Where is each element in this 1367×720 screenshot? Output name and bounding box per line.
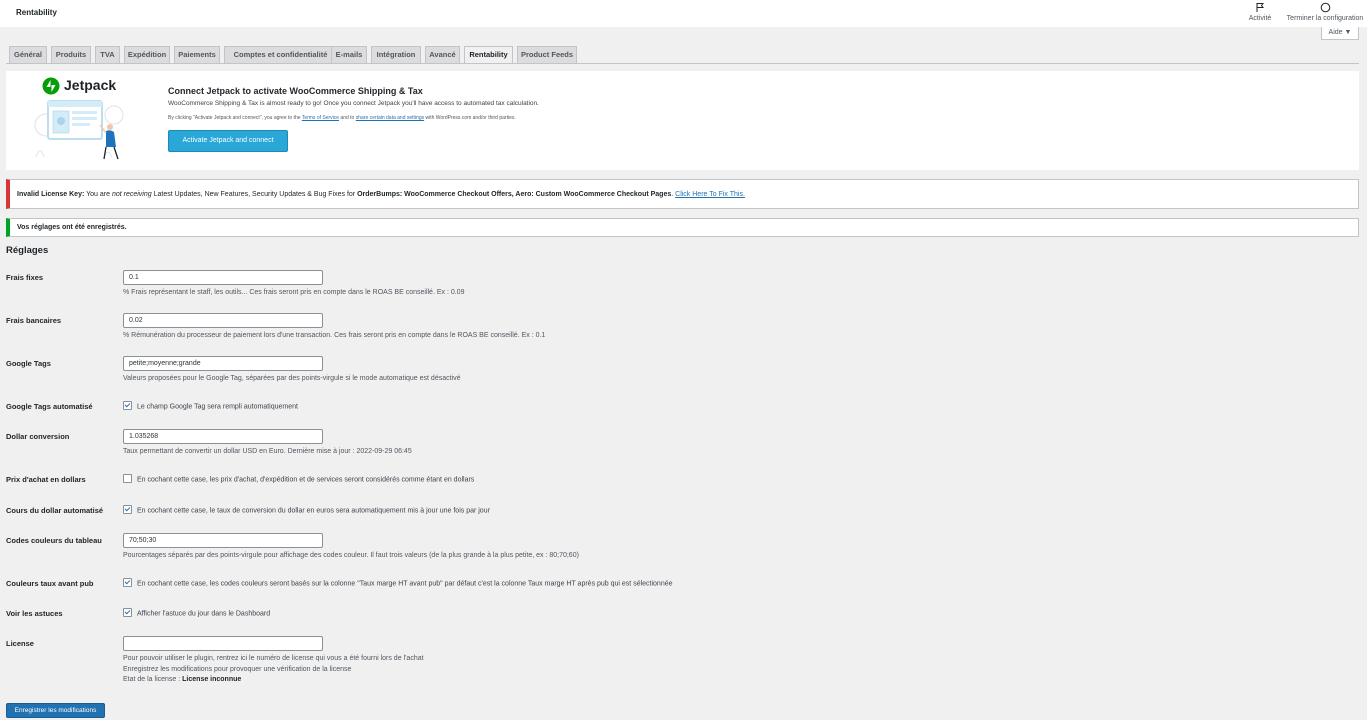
- license-error-notice: Invalid License Key: You are not receivi…: [6, 179, 1359, 209]
- tabs-divider: [6, 63, 1359, 64]
- license-notice-middle: Latest Updates, New Features, Security U…: [151, 191, 358, 198]
- prix-achat-dollars-checkbox[interactable]: [123, 474, 132, 483]
- prix-achat-dollars-option: En cochant cette case, les prix d'achat,…: [123, 474, 475, 484]
- voir-astuces-checkbox[interactable]: [123, 608, 132, 617]
- page-title: Rentability: [16, 8, 57, 17]
- jetpack-title: Connect Jetpack to activate WooCommerce …: [168, 86, 423, 96]
- license-notice-not-receiving: not receiving: [111, 191, 152, 198]
- frais-bancaires-input[interactable]: 0.02: [123, 313, 323, 328]
- google-tags-auto-option: Le champ Google Tag sera rempli automati…: [123, 401, 298, 411]
- tab-avance[interactable]: Avancé: [425, 46, 460, 63]
- dollar-conversion-input[interactable]: 1.035268: [123, 429, 323, 444]
- save-changes-button[interactable]: Enregistrer les modifications: [6, 703, 105, 718]
- license-notice-label: Invalid License Key:: [17, 191, 85, 198]
- couleurs-avant-pub-label: Couleurs taux avant pub: [6, 579, 94, 588]
- tab-emails[interactable]: E-mails: [331, 46, 367, 63]
- license-description-1: Pour pouvoir utiliser le plugin, rentrez…: [123, 655, 424, 662]
- license-input[interactable]: [123, 636, 323, 651]
- voir-astuces-label: Voir les astuces: [6, 609, 63, 618]
- tab-product-feeds[interactable]: Product Feeds: [517, 46, 577, 63]
- google-tags-description: Valeurs proposées pour le Google Tag, sé…: [123, 375, 461, 382]
- jetpack-description: WooCommerce Shipping & Tax is almost rea…: [168, 100, 539, 107]
- license-notice-you-are: You are: [84, 191, 112, 198]
- couleurs-avant-pub-checkbox[interactable]: [123, 578, 132, 587]
- flag-icon: [1256, 3, 1264, 12]
- cours-dollar-auto-checkbox[interactable]: [123, 505, 132, 514]
- fix-license-link[interactable]: Click Here To Fix This.: [675, 191, 745, 198]
- jetpack-illustration: [34, 100, 124, 160]
- jetpack-legal-text: By clicking "Activate Jetpack and connec…: [168, 115, 516, 121]
- jetpack-logo: Jetpack: [42, 77, 122, 97]
- tab-rentability[interactable]: Rentability: [464, 46, 513, 64]
- license-status-value: License inconnue: [182, 676, 242, 683]
- frais-bancaires-label: Frais bancaires: [6, 316, 62, 325]
- frais-fixes-description: % Frais représentant le staff, les outil…: [123, 289, 465, 296]
- couleurs-avant-pub-text: En cochant cette case, les codes couleur…: [137, 580, 673, 588]
- prix-achat-dollars-text: En cochant cette case, les prix d'achat,…: [137, 476, 475, 484]
- section-title: Réglages: [6, 245, 49, 256]
- license-notice-plugins: OrderBumps: WooCommerce Checkout Offers,…: [357, 191, 672, 198]
- legal-prefix: By clicking "Activate Jetpack and connec…: [168, 115, 302, 121]
- dollar-conversion-label: Dollar conversion: [6, 432, 70, 441]
- license-status-prefix: Etat de la license :: [123, 676, 183, 683]
- legal-middle: and to: [339, 115, 356, 121]
- jetpack-banner: Jetpack Connect Jetpack to activate WooC…: [6, 71, 1359, 170]
- license-status: Etat de la license : License inconnue: [123, 676, 241, 683]
- google-tags-label: Google Tags: [6, 359, 51, 368]
- frais-bancaires-description: % Rémunération du processeur de paiement…: [123, 332, 546, 339]
- tab-integration[interactable]: Intégration: [371, 46, 421, 63]
- codes-couleurs-description: Pourcentages séparés par des points-virg…: [123, 552, 579, 559]
- license-notice-text: Invalid License Key: You are not receivi…: [17, 191, 745, 198]
- legal-suffix: with WordPress.com and/or third parties.: [424, 115, 516, 121]
- share-data-link[interactable]: share certain data and settings: [356, 115, 424, 121]
- activity-button[interactable]: Activité: [1244, 2, 1276, 22]
- dollar-conversion-description: Taux permettant de convertir un dollar U…: [123, 448, 412, 455]
- codes-couleurs-label: Codes couleurs du tableau: [6, 536, 102, 545]
- frais-fixes-label: Frais fixes: [6, 273, 44, 282]
- activate-jetpack-button[interactable]: Activate Jetpack and connect: [168, 130, 288, 152]
- top-bar: Rentability Activité Terminer la configu…: [0, 0, 1367, 27]
- google-tags-auto-checkbox[interactable]: [123, 401, 132, 410]
- tab-expedition[interactable]: Expédition: [124, 46, 170, 63]
- prix-achat-dollars-label: Prix d'achat en dollars: [6, 475, 86, 484]
- tab-paiements[interactable]: Paiements: [174, 46, 220, 63]
- cours-dollar-auto-label: Cours du dollar automatisé: [6, 506, 104, 515]
- progress-circle-icon: [1320, 2, 1330, 13]
- frais-fixes-input[interactable]: 0.1: [123, 270, 323, 285]
- cours-dollar-auto-text: En cochant cette case, le taux de conver…: [137, 507, 490, 515]
- tab-tva[interactable]: TVA: [95, 46, 120, 63]
- saved-notice-text: Vos réglages ont été enregistrés.: [17, 224, 127, 231]
- google-tags-input[interactable]: petite;moyenne;grande: [123, 356, 323, 371]
- tab-produits[interactable]: Produits: [51, 46, 91, 63]
- finish-setup-label: Terminer la configuration: [1286, 15, 1364, 22]
- google-tags-auto-text: Le champ Google Tag sera rempli automati…: [137, 403, 298, 411]
- license-label: License: [6, 639, 34, 648]
- help-button[interactable]: Aide ▼: [1321, 27, 1359, 40]
- voir-astuces-option: Afficher l'astuce du jour dans le Dashbo…: [123, 608, 271, 618]
- couleurs-avant-pub-option: En cochant cette case, les codes couleur…: [123, 578, 673, 588]
- codes-couleurs-input[interactable]: 70;50;30: [123, 533, 323, 548]
- finish-setup-button[interactable]: Terminer la configuration: [1284, 2, 1366, 22]
- activity-label: Activité: [1248, 15, 1272, 22]
- terms-of-service-link[interactable]: Terms of Service: [302, 115, 339, 121]
- google-tags-auto-label: Google Tags automatisé: [6, 402, 93, 411]
- voir-astuces-text: Afficher l'astuce du jour dans le Dashbo…: [137, 610, 271, 618]
- settings-saved-notice: Vos réglages ont été enregistrés.: [6, 218, 1359, 237]
- tab-comptes[interactable]: Comptes et confidentialité: [224, 46, 337, 63]
- license-description-2: Enregistrez les modifications pour provo…: [123, 666, 352, 673]
- cours-dollar-auto-option: En cochant cette case, le taux de conver…: [123, 505, 490, 515]
- tab-general[interactable]: Général: [9, 46, 47, 63]
- jetpack-logo-text: Jetpack: [64, 77, 117, 93]
